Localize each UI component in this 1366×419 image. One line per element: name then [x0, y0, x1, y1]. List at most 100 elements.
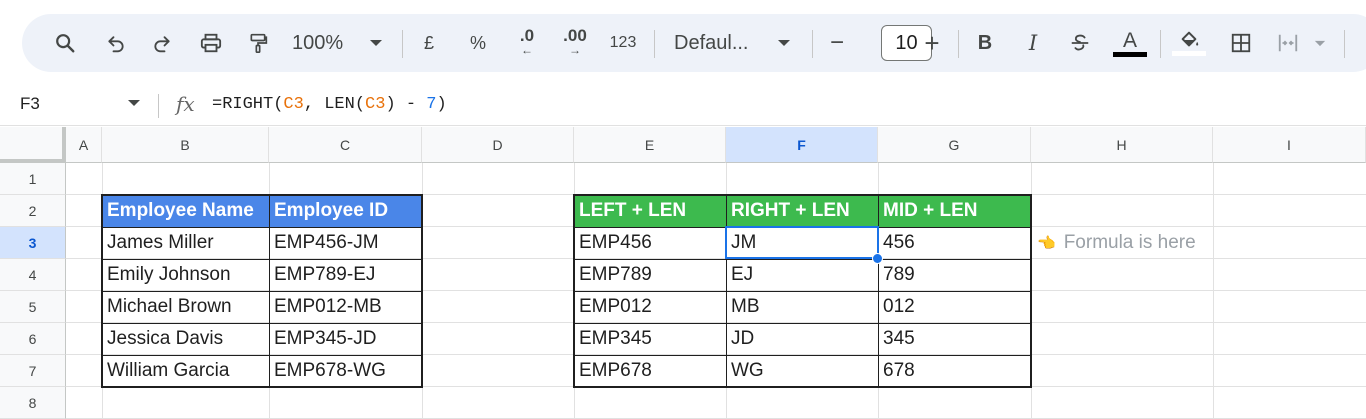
table-cell[interactable]: EJ	[726, 259, 878, 291]
column-header-i[interactable]: I	[1213, 127, 1366, 163]
table-border-line	[102, 227, 422, 228]
font-select[interactable]: Defaul...	[674, 14, 768, 72]
column-header-b[interactable]: B	[102, 127, 269, 163]
undo-icon[interactable]	[102, 14, 130, 72]
chevron-down-icon[interactable]	[366, 14, 386, 72]
column-header-e[interactable]: E	[574, 127, 726, 163]
row-header-2[interactable]: 2	[0, 195, 66, 227]
toolbar-divider	[1344, 30, 1345, 58]
table-cell[interactable]: EMP456-JM	[269, 227, 422, 259]
percent-button[interactable]: %	[466, 14, 490, 72]
row-header-8[interactable]: 8	[0, 387, 66, 419]
spreadsheet-grid: A B C D E F G H I 1 2 3 4 5 6 7 8 Employee Name Employee I…	[0, 127, 1366, 419]
decrease-font-size-button[interactable]: −	[826, 14, 848, 72]
table-cell[interactable]: Michael Brown	[102, 291, 269, 323]
table-header-cell[interactable]: Employee Name	[102, 195, 269, 227]
formula-input[interactable]: =RIGHT(C3, LEN(C3) - 7)	[212, 95, 447, 114]
gridline-vertical	[1213, 163, 1214, 419]
table-border-line	[574, 355, 1031, 356]
arrow-left-icon: ←	[521, 43, 533, 57]
text-color-label: A	[1122, 28, 1137, 52]
formula-ref: C3	[283, 95, 304, 114]
italic-label: I	[1028, 31, 1038, 55]
row-header-4[interactable]: 4	[0, 259, 66, 291]
table-cell[interactable]: William Garcia	[102, 355, 269, 387]
print-icon[interactable]	[196, 14, 226, 72]
table-cell[interactable]: EMP456	[574, 227, 726, 259]
table-cell[interactable]: WG	[726, 355, 878, 387]
table-cell[interactable]: EMP789	[574, 259, 726, 291]
table-cell[interactable]: EMP012	[574, 291, 726, 323]
increase-font-size-button[interactable]: +	[920, 14, 944, 72]
table-header-cell[interactable]: Employee ID	[269, 195, 422, 227]
bold-button[interactable]: B	[974, 14, 996, 72]
table-cell[interactable]: Emily Johnson	[102, 259, 269, 291]
select-all-corner[interactable]	[0, 127, 66, 163]
minus-label: −	[829, 29, 844, 56]
table-cell[interactable]: MB	[726, 291, 878, 323]
toolbar-area: 100% £ % .0 ← .00 → 123 Defaul... − 10 +…	[0, 0, 1366, 86]
search-icon[interactable]	[50, 14, 80, 72]
column-header-h[interactable]: H	[1031, 127, 1213, 163]
table-cell[interactable]: 789	[878, 259, 1031, 291]
row-header-1[interactable]: 1	[0, 163, 66, 195]
column-header-f[interactable]: F	[726, 127, 878, 163]
name-box[interactable]: F3	[20, 94, 40, 114]
text-color-button[interactable]: A	[1112, 14, 1148, 72]
table-header-cell[interactable]: LEFT + LEN	[574, 195, 726, 227]
column-header-c[interactable]: C	[269, 127, 422, 163]
italic-button[interactable]: I	[1022, 14, 1044, 72]
column-header-d[interactable]: D	[422, 127, 574, 163]
table-cell[interactable]: JD	[726, 323, 878, 355]
table-cell[interactable]: EMP678	[574, 355, 726, 387]
table-cell[interactable]: 456	[878, 227, 1031, 259]
row-header-3[interactable]: 3	[0, 227, 66, 259]
zoom-select[interactable]: 100%	[292, 14, 354, 72]
toolbar-divider	[1160, 30, 1161, 58]
plus-label: +	[924, 27, 940, 58]
table-cell[interactable]: 678	[878, 355, 1031, 387]
column-header-g[interactable]: G	[878, 127, 1031, 163]
toolbar: 100% £ % .0 ← .00 → 123 Defaul... − 10 +…	[22, 14, 1366, 72]
column-header-a[interactable]: A	[66, 127, 102, 163]
currency-button[interactable]: £	[418, 14, 440, 72]
active-cell-selection	[725, 226, 879, 259]
toolbar-divider	[654, 30, 655, 58]
increase-decimal-button[interactable]: .00 →	[556, 14, 594, 72]
row-header-5[interactable]: 5	[0, 291, 66, 323]
formula-after: ) -	[385, 95, 427, 114]
table-header-cell[interactable]: RIGHT + LEN	[726, 195, 878, 227]
table-cell[interactable]: 345	[878, 323, 1031, 355]
table-cell[interactable]: EMP345	[574, 323, 726, 355]
fill-color-swatch	[1172, 51, 1206, 56]
table-cell[interactable]: EMP012-MB	[269, 291, 422, 323]
borders-icon[interactable]	[1228, 14, 1254, 72]
formula-number: 7	[426, 95, 437, 114]
chevron-down-icon[interactable]	[774, 14, 794, 72]
table-cell[interactable]: EMP678-WG	[269, 355, 422, 387]
table-cell[interactable]: James Miller	[102, 227, 269, 259]
row-header-6[interactable]: 6	[0, 323, 66, 355]
chevron-down-icon[interactable]	[1312, 14, 1328, 72]
font-name: Defaul...	[674, 31, 749, 54]
table-cell[interactable]: Jessica Davis	[102, 323, 269, 355]
number-format-button[interactable]: 123	[606, 14, 640, 72]
currency-label: £	[423, 32, 434, 53]
chevron-down-icon[interactable]	[128, 100, 140, 106]
table-cell[interactable]: EMP345-JD	[269, 323, 422, 355]
fill-color-icon[interactable]	[1172, 14, 1206, 72]
table-cell[interactable]: EMP789-EJ	[269, 259, 422, 291]
decrease-decimal-button[interactable]: .0 ←	[510, 14, 544, 72]
table-border-line	[574, 259, 1031, 260]
paint-format-icon[interactable]	[244, 14, 272, 72]
text-color-swatch	[1113, 51, 1147, 57]
strikethrough-icon[interactable]	[1068, 14, 1092, 72]
merge-cells-icon[interactable]	[1272, 14, 1304, 72]
table-header-cell[interactable]: MID + LEN	[878, 195, 1031, 227]
table-border-line	[102, 259, 422, 260]
row-header-7[interactable]: 7	[0, 355, 66, 387]
fill-handle[interactable]	[872, 253, 883, 264]
formula-prefix: =RIGHT(	[212, 95, 284, 114]
table-cell[interactable]: 012	[878, 291, 1031, 323]
redo-icon[interactable]	[148, 14, 176, 72]
